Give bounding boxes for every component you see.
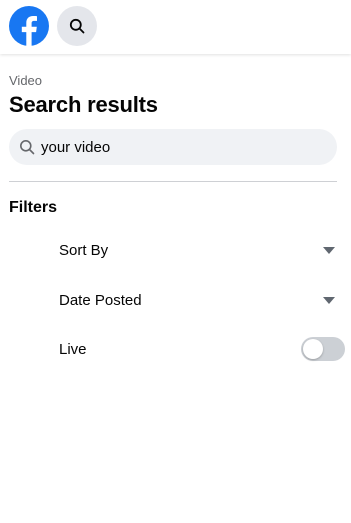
filter-label: Sort By (59, 241, 109, 259)
search-input[interactable] (41, 138, 311, 156)
search-button[interactable] (57, 6, 97, 46)
filter-sort-by[interactable]: Sort By (50, 228, 345, 272)
live-toggle[interactable] (301, 337, 345, 361)
facebook-logo-icon[interactable] (9, 6, 49, 46)
caret-down-icon (323, 246, 335, 254)
caret-down-icon (323, 296, 335, 304)
toggle-knob (303, 339, 323, 359)
page-title: Search results (9, 92, 158, 117)
filter-date-posted[interactable]: Date Posted (50, 278, 345, 322)
filter-label: Date Posted (59, 291, 142, 309)
filter-label: Live (59, 340, 87, 358)
filters-heading: Filters (9, 199, 58, 216)
breadcrumb: Video (9, 73, 43, 88)
divider (9, 181, 337, 182)
top-navigation-bar (0, 0, 351, 54)
search-field[interactable] (9, 129, 337, 165)
filter-live: Live (50, 327, 345, 371)
search-icon (19, 139, 35, 155)
search-icon (69, 18, 85, 34)
search-results-panel: Video Search results Filters Sort By Dat… (0, 54, 351, 523)
